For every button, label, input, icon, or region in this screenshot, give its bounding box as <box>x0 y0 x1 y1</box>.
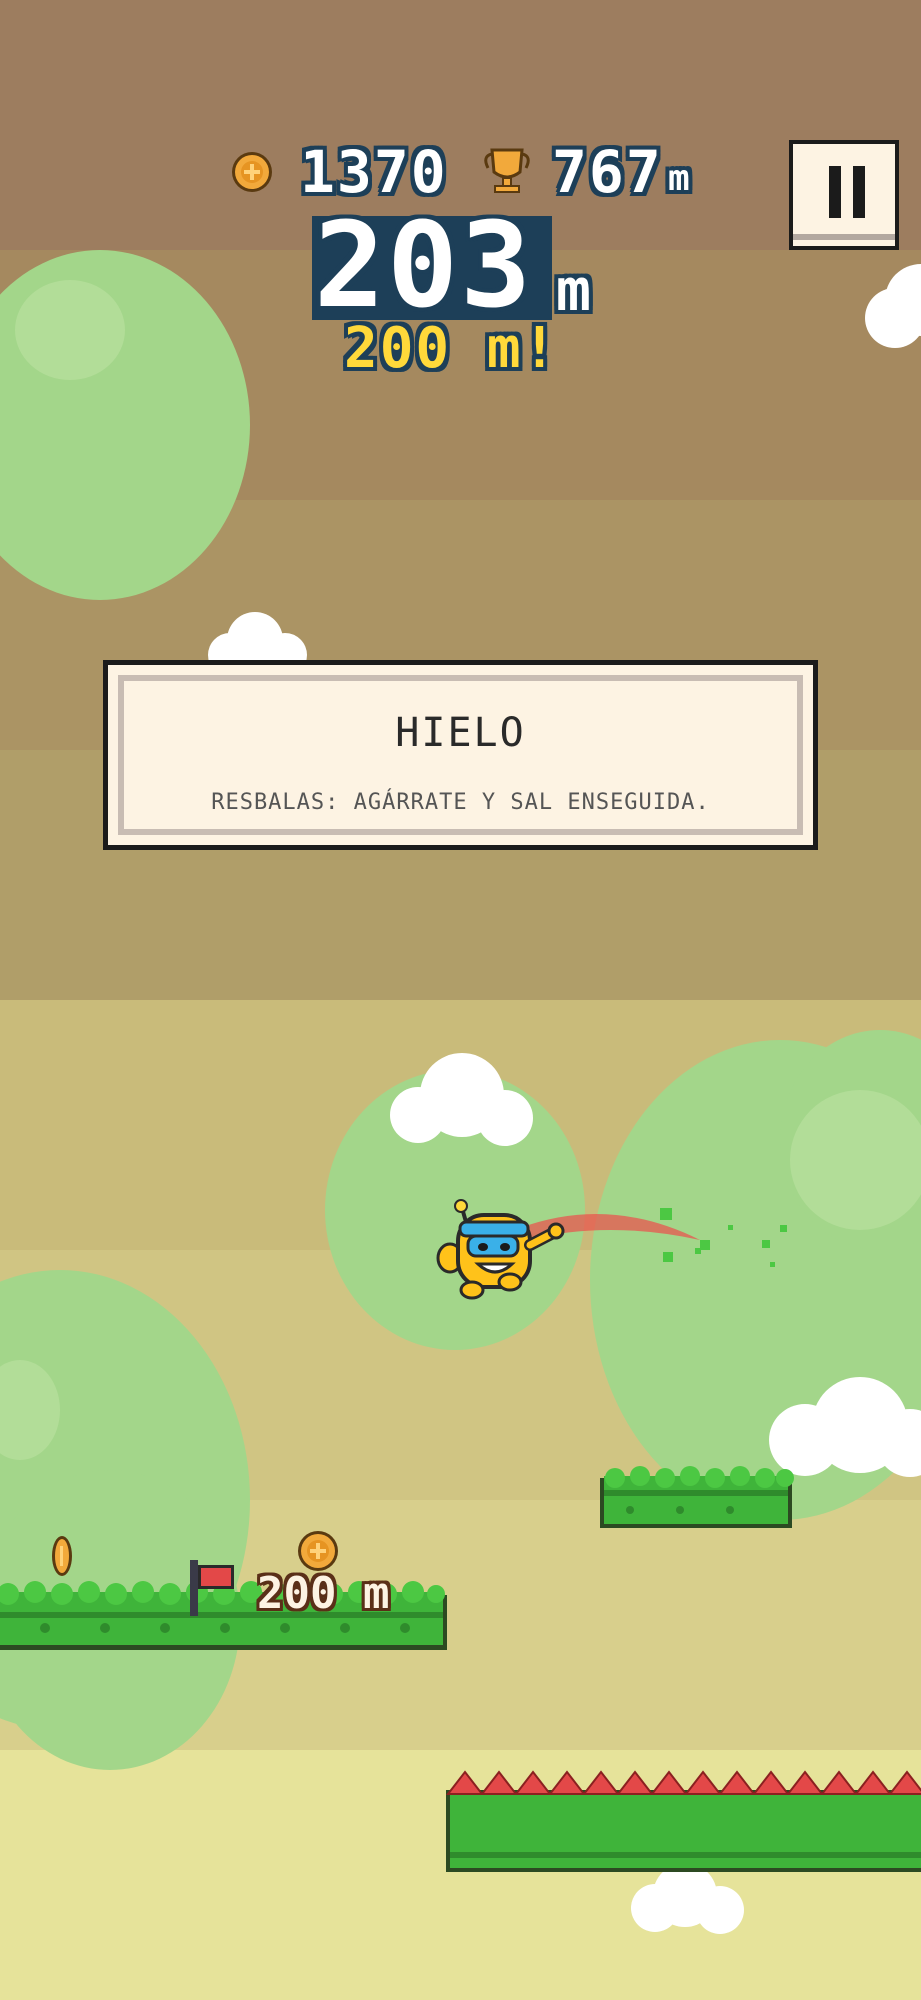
current-distance: 203 <box>314 196 534 334</box>
coin-icon <box>232 152 272 192</box>
tip-title: HIELO <box>395 710 526 756</box>
distance-marker-label: 200 m <box>257 1568 390 1619</box>
hazard-tip-card: HIELO RESBALAS: AGÁRRATE Y SAL ENSEGUIDA… <box>103 660 818 850</box>
best-distance: 767 <box>552 138 663 206</box>
spike-platform <box>446 1790 921 1872</box>
coin-icon <box>52 1536 72 1576</box>
current-distance-unit: m <box>556 256 593 324</box>
milestone-alert: 200 m! <box>344 316 559 381</box>
coin-icon <box>298 1531 338 1571</box>
tip-text: RESBALAS: AGÁRRATE Y SAL ENSEGUIDA. <box>211 790 710 815</box>
best-distance-unit: m <box>668 158 692 199</box>
pause-button[interactable] <box>789 140 899 250</box>
